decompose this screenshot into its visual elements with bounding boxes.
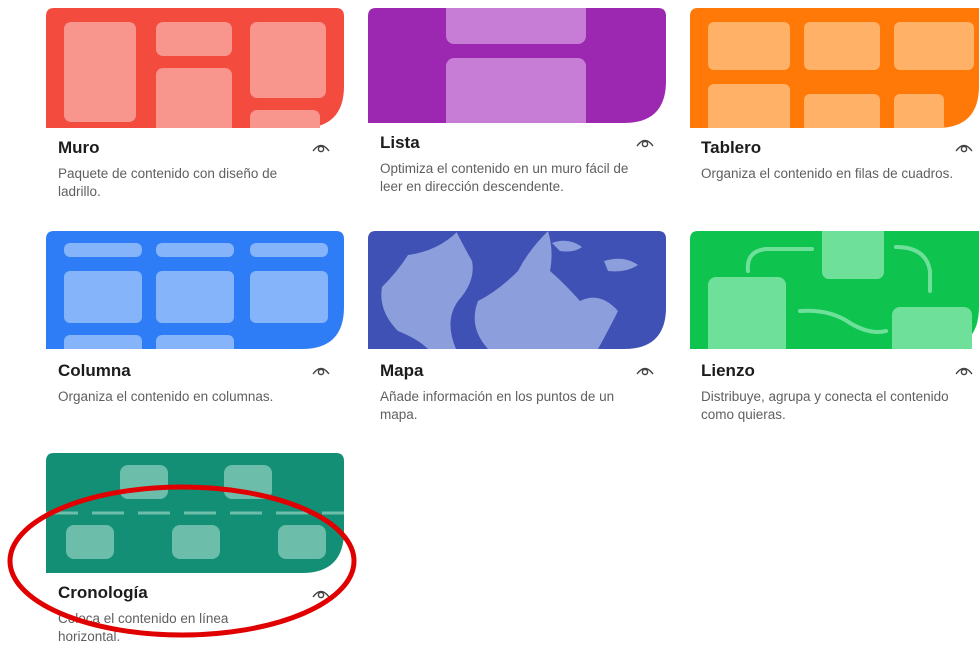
lienzo-description: Distribuye, agrupa y conecta el contenid… (701, 389, 949, 422)
muro-title: Muro (58, 138, 100, 157)
mapa-description: Añade información en los puntos de un ma… (380, 389, 615, 422)
eye-icon[interactable] (311, 587, 331, 599)
eye-icon[interactable] (954, 364, 974, 376)
tablero-thumbnail[interactable] (690, 8, 979, 128)
cronologia-description: Coloca el contenido en línea horizontal. (58, 611, 229, 644)
eye-icon[interactable] (311, 364, 331, 376)
tablero-description: Organiza el contenido en filas de cuadro… (701, 166, 954, 181)
lienzo-title: Lienzo (701, 361, 755, 380)
columna-thumbnail[interactable] (46, 231, 344, 349)
mapa-title: Mapa (380, 361, 424, 380)
columna-title: Columna (58, 361, 131, 380)
lista-title: Lista (380, 133, 420, 152)
cronologia-title: Cronología (58, 583, 148, 602)
mapa-thumbnail[interactable] (368, 231, 666, 349)
cronologia-thumbnail[interactable] (46, 453, 344, 573)
muro-thumbnail[interactable] (46, 8, 344, 128)
lista-description: Optimiza el contenido en un muro fácil d… (380, 161, 629, 194)
eye-icon[interactable] (954, 141, 974, 153)
eye-icon[interactable] (635, 136, 655, 148)
muro-description: Paquete de contenido con diseño de ladri… (58, 166, 278, 199)
lienzo-thumbnail[interactable] (690, 231, 979, 349)
eye-icon[interactable] (311, 141, 331, 153)
tablero-title: Tablero (701, 138, 762, 157)
eye-icon[interactable] (635, 364, 655, 376)
lista-thumbnail[interactable] (368, 8, 666, 123)
columna-description: Organiza el contenido en columnas. (58, 389, 274, 404)
